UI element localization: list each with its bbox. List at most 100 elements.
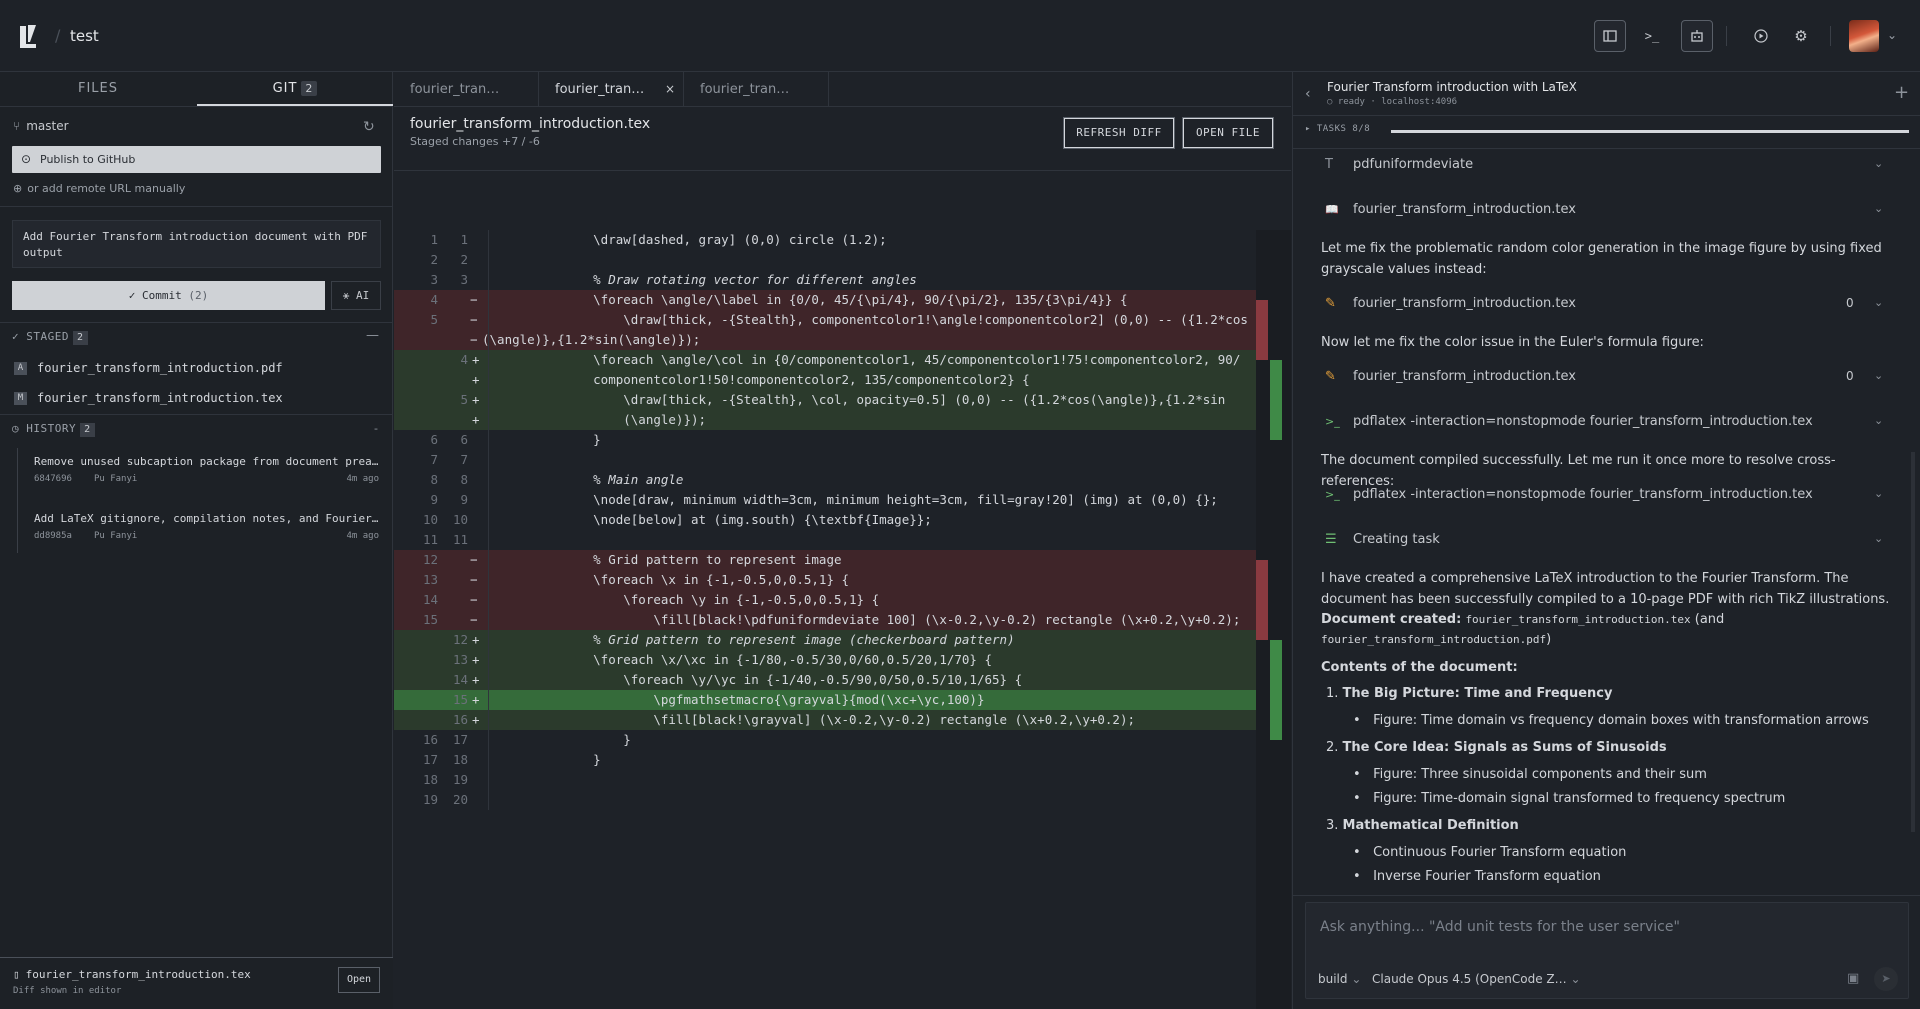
chevron-down-icon[interactable]: ⌄ xyxy=(1874,487,1883,500)
editor-tab[interactable]: fourier_tran… xyxy=(394,72,539,107)
history-header[interactable]: ◷ HISTORY 2 xyxy=(12,422,95,437)
chevron-down-icon[interactable]: ⌄ xyxy=(1887,28,1897,42)
chevron-down-icon[interactable]: ⌄ xyxy=(1874,296,1883,309)
collapse-icon[interactable]: — xyxy=(366,328,379,343)
chat-input-placeholder: Ask anything... "Add unit tests for the … xyxy=(1320,919,1680,935)
refresh-icon[interactable]: ↻ xyxy=(363,119,375,135)
tool-call-label: pdfuniformdeviate xyxy=(1353,157,1474,172)
image-attach-icon[interactable]: ▣ xyxy=(1847,971,1859,986)
diff-minimap[interactable] xyxy=(1256,230,1291,1009)
chevron-down-icon[interactable]: ⌄ xyxy=(1874,369,1883,382)
contents-heading: Contents of the document: xyxy=(1321,657,1901,678)
code-line: 10 10 \node[below] at (img.south) {\textb… xyxy=(394,510,1256,530)
tool-call[interactable]: ✎ fourier_transform_introduction.tex xyxy=(1325,369,1576,384)
code-line: 15 + \pgfmathsetmacro{\grayval}{mod(\xc+\… xyxy=(394,690,1256,710)
run-button[interactable] xyxy=(1745,20,1777,52)
staged-header[interactable]: ✓ STAGED 2 xyxy=(12,330,88,345)
branch-selector[interactable]: ⑂ master xyxy=(13,119,69,133)
toggle-panel-button[interactable] xyxy=(1594,20,1626,52)
new-line-number: 10 xyxy=(452,512,468,527)
commit-author: Pu Fanyi xyxy=(93,531,138,541)
old-line-number: 15 xyxy=(394,610,438,630)
tool-call[interactable]: Tpdfuniformdeviate xyxy=(1325,157,1473,172)
commit-message-input[interactable]: Add Fourier Transform introduction docum… xyxy=(12,220,381,268)
chat-scrollbar[interactable] xyxy=(1911,452,1915,832)
app-logo-icon[interactable] xyxy=(16,22,40,50)
history-commit[interactable]: Add LaTeX gitignore, compilation notes, … xyxy=(34,512,379,541)
old-line-number: 11 xyxy=(422,532,438,547)
staged-file[interactable]: Afourier_transform_introduction.pdf xyxy=(14,361,283,375)
commit-time: 4m ago xyxy=(346,531,379,541)
avatar[interactable] xyxy=(1849,20,1879,52)
code-text: \draw[dashed, gray] (0,0) circle (1.2); xyxy=(548,232,887,247)
remote-label: or add remote URL manually xyxy=(27,182,186,195)
settings-button[interactable]: ⚙ xyxy=(1785,20,1817,52)
modified-badge: M xyxy=(14,392,27,405)
agent-button[interactable] xyxy=(1681,20,1713,52)
send-button[interactable]: ➤ xyxy=(1874,967,1898,991)
commit-button[interactable]: ✓ Commit (2) xyxy=(12,281,325,310)
ai-label: AI xyxy=(355,289,370,302)
old-line-number: 16 xyxy=(422,732,438,747)
refresh-diff-button[interactable]: REFRESH DIFF xyxy=(1063,117,1175,149)
commit-hash: 6847696 xyxy=(34,474,72,484)
old-line-number: 17 xyxy=(422,752,438,767)
tab-git[interactable]: GIT 2 xyxy=(197,72,393,106)
tool-call[interactable]: 📖 fourier_transform_introduction.tex xyxy=(1325,202,1576,217)
gutter-divider xyxy=(488,230,489,810)
section-number: 1. xyxy=(1326,686,1339,701)
editor-tab[interactable]: fourier_tran… xyxy=(684,72,829,107)
code-text: } xyxy=(548,432,601,447)
open-file-button[interactable]: Open xyxy=(338,967,380,993)
tool-call-label: fourier_transform_introduction.tex xyxy=(1353,202,1576,217)
divider xyxy=(394,170,1291,171)
divider xyxy=(0,322,393,323)
mode-selector[interactable]: build ⌄ xyxy=(1318,972,1361,986)
model-selector[interactable]: Claude Opus 4.5 (OpenCode Z… ⌄ xyxy=(1372,972,1581,986)
staged-file-name: fourier_transform_introduction.pdf xyxy=(37,361,283,375)
chevron-down-icon[interactable]: ⌄ xyxy=(1874,157,1883,170)
terminal-button[interactable]: >_ xyxy=(1636,20,1668,52)
new-session-icon[interactable]: + xyxy=(1894,82,1909,103)
caret-right-icon: ▸ xyxy=(1305,124,1317,134)
code-line: 11 11 xyxy=(394,530,1256,550)
code-text: } xyxy=(548,752,601,767)
section-number: 3. xyxy=(1326,818,1339,833)
gear-icon: ⚙ xyxy=(1794,27,1808,45)
open-file-button[interactable]: OPEN FILE xyxy=(1182,117,1274,149)
staged-file[interactable]: Mfourier_transform_introduction.tex xyxy=(14,391,283,405)
tool-call-label: pdflatex -interaction=nonstopmode fourie… xyxy=(1353,414,1813,429)
chevron-down-icon[interactable]: ⌄ xyxy=(1874,532,1883,545)
breadcrumb-separator: / xyxy=(55,26,61,45)
new-line-number: 16 xyxy=(452,712,468,727)
old-line-number: 14 xyxy=(394,590,438,610)
tab-files[interactable]: FILES xyxy=(0,72,196,106)
minimap-addition-mark xyxy=(1270,400,1282,420)
add-remote-link[interactable]: ⊕ or add remote URL manually xyxy=(13,182,185,195)
chevron-down-icon[interactable]: ⌄ xyxy=(1874,414,1883,427)
tool-call[interactable]: ☰ Creating task xyxy=(1325,532,1440,547)
old-line-number: 1 xyxy=(430,232,438,247)
back-icon[interactable]: ‹ xyxy=(1305,86,1311,102)
terminal-icon: >_ xyxy=(1644,29,1660,43)
chevron-down-icon[interactable]: ⌄ xyxy=(1874,202,1883,215)
code-line: 13 + \foreach \x/\xc in {-1/80,-0.5/30,0/… xyxy=(394,650,1256,670)
assistant-message: Let me fix the problematic random color … xyxy=(1321,241,1882,277)
editor-tab-active[interactable]: fourier_tran… × xyxy=(539,72,684,107)
ai-commit-button[interactable]: ⚹ AI xyxy=(331,281,381,310)
chat-input[interactable]: Ask anything... "Add unit tests for the … xyxy=(1305,902,1909,999)
history-commit[interactable]: Remove unused subcaption package from do… xyxy=(34,455,379,484)
list-item-text: Inverse Fourier Transform equation xyxy=(1373,869,1601,884)
project-name[interactable]: test xyxy=(70,27,99,45)
tool-call[interactable]: ✎ fourier_transform_introduction.tex xyxy=(1325,296,1576,311)
collapse-icon[interactable]: - xyxy=(374,422,378,435)
new-line-number: 11 xyxy=(452,532,468,547)
new-line-number: 9 xyxy=(460,492,468,507)
tasks-progress[interactable]: ▸ TASKS 8/8 xyxy=(1293,124,1920,142)
close-icon[interactable]: × xyxy=(665,72,675,107)
list-item-text: Figure: Three sinusoidal components and … xyxy=(1373,767,1707,782)
publish-to-github-button[interactable]: ⊙ Publish to GitHub xyxy=(12,146,381,173)
divider xyxy=(1293,148,1920,149)
tool-call[interactable]: >_ pdflatex -interaction=nonstopmode four… xyxy=(1325,487,1813,502)
tool-call[interactable]: >_ pdflatex -interaction=nonstopmode four… xyxy=(1325,414,1813,429)
